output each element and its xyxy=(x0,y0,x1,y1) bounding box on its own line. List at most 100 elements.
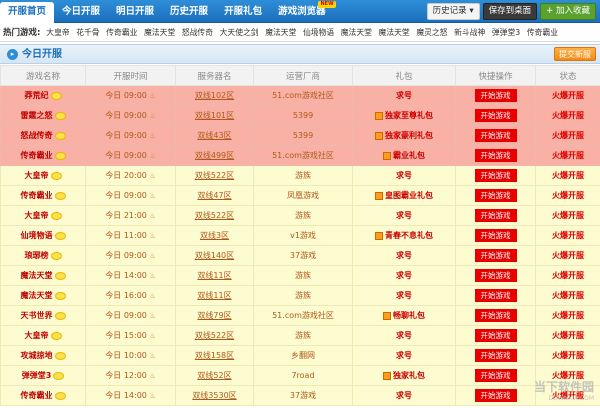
server-name[interactable]: 双线102区 xyxy=(195,91,234,100)
gift-link[interactable]: 青春不息礼包 xyxy=(385,231,433,240)
hot-game-link[interactable]: 传奇霸业 xyxy=(524,27,562,38)
server-name[interactable]: 双线3区 xyxy=(200,231,229,240)
server-cell[interactable]: 双线101区 xyxy=(175,105,254,126)
game-name-cell[interactable]: 魔法天堂 xyxy=(0,265,86,286)
server-name[interactable]: 双线52区 xyxy=(197,371,231,380)
server-cell[interactable]: 双线3区 xyxy=(175,225,254,246)
game-name-cell[interactable]: 弹弹堂3 xyxy=(0,365,86,386)
tab-tomorrow[interactable]: 明日开服 xyxy=(108,0,162,23)
server-cell[interactable]: 双线499区 xyxy=(175,145,254,166)
start-game-button[interactable]: 开始游戏 xyxy=(474,309,517,322)
bell-icon[interactable]: ♨ xyxy=(149,152,155,160)
game-name-cell[interactable]: 雷霆之怒 xyxy=(0,105,86,126)
start-game-button[interactable]: 开始游戏 xyxy=(474,329,517,342)
server-cell[interactable]: 双线47区 xyxy=(175,185,254,206)
gift-link[interactable]: 独家豪利礼包 xyxy=(385,131,433,140)
hot-game-link[interactable]: 花千骨 xyxy=(73,27,103,38)
server-cell[interactable]: 双线522区 xyxy=(175,325,254,346)
bell-icon[interactable]: ♨ xyxy=(149,212,155,220)
start-game-button[interactable]: 开始游戏 xyxy=(474,229,517,242)
gift-link[interactable]: 求号 xyxy=(396,331,412,340)
gift-cell[interactable]: 求号 xyxy=(352,265,456,286)
server-name[interactable]: 双线11区 xyxy=(197,291,231,300)
gift-link[interactable]: 独家礼包 xyxy=(393,371,425,380)
bell-icon[interactable]: ♨ xyxy=(149,272,155,280)
gift-cell[interactable]: 求号 xyxy=(352,85,456,106)
gift-link[interactable]: 霸业礼包 xyxy=(393,151,425,160)
gift-cell[interactable]: 青春不息礼包 xyxy=(352,225,456,246)
bell-icon[interactable]: ♨ xyxy=(149,312,155,320)
add-favorite-button[interactable]: + 加入收藏 xyxy=(540,3,596,20)
gift-link[interactable]: 求号 xyxy=(396,351,412,360)
server-name[interactable]: 双线79区 xyxy=(197,311,231,320)
bell-icon[interactable]: ♨ xyxy=(149,132,155,140)
game-name-cell[interactable]: 传奇霸业 xyxy=(0,385,86,406)
bell-icon[interactable]: ♨ xyxy=(149,252,155,260)
start-game-button[interactable]: 开始游戏 xyxy=(474,349,517,362)
start-game-button[interactable]: 开始游戏 xyxy=(474,389,517,402)
tab-home[interactable]: 开服首页 xyxy=(0,2,55,23)
bell-icon[interactable]: ♨ xyxy=(149,232,155,240)
game-name[interactable]: 天书世界 xyxy=(21,311,53,320)
tab-history[interactable]: 历史开服 xyxy=(162,0,216,23)
gift-link[interactable]: 求号 xyxy=(396,251,412,260)
game-name[interactable]: 雷霆之怒 xyxy=(21,111,53,120)
gift-cell[interactable]: 求号 xyxy=(352,345,456,366)
bell-icon[interactable]: ♨ xyxy=(149,292,155,300)
server-cell[interactable]: 双线158区 xyxy=(175,345,254,366)
start-game-button[interactable]: 开始游戏 xyxy=(474,109,517,122)
server-cell[interactable]: 双线3530区 xyxy=(175,385,254,406)
gift-cell[interactable]: 求号 xyxy=(352,165,456,186)
server-name[interactable]: 双线499区 xyxy=(195,151,234,160)
server-cell[interactable]: 双线11区 xyxy=(175,265,254,286)
server-name[interactable]: 双线43区 xyxy=(197,131,231,140)
hot-game-link[interactable]: 魔法天堂 xyxy=(141,27,179,38)
server-cell[interactable]: 双线522区 xyxy=(175,205,254,226)
gift-cell[interactable]: 霸业礼包 xyxy=(352,145,456,166)
hot-game-link[interactable]: 弹弹堂3 xyxy=(489,27,524,38)
gift-link[interactable]: 独家至尊礼包 xyxy=(385,111,433,120)
gift-link[interactable]: 求号 xyxy=(396,391,412,400)
gift-link[interactable]: 求号 xyxy=(396,271,412,280)
game-name[interactable]: 传奇霸业 xyxy=(21,191,53,200)
game-name-cell[interactable]: 大皇帝 xyxy=(0,325,86,346)
gift-cell[interactable]: 独家豪利礼包 xyxy=(352,125,456,146)
start-game-button[interactable]: 开始游戏 xyxy=(474,369,517,382)
start-game-button[interactable]: 开始游戏 xyxy=(474,289,517,302)
server-name[interactable]: 双线3530区 xyxy=(192,391,236,400)
server-cell[interactable]: 双线79区 xyxy=(175,305,254,326)
gift-cell[interactable]: 求号 xyxy=(352,325,456,346)
game-name[interactable]: 仙境物语 xyxy=(21,231,53,240)
game-name-cell[interactable]: 魔法天堂 xyxy=(0,285,86,306)
game-name-cell[interactable]: 天书世界 xyxy=(0,305,86,326)
game-name[interactable]: 莽荒纪 xyxy=(25,91,49,100)
gift-cell[interactable]: 皇图霸业礼包 xyxy=(352,185,456,206)
gift-link[interactable]: 求号 xyxy=(396,211,412,220)
server-name[interactable]: 双线11区 xyxy=(197,271,231,280)
server-cell[interactable]: 双线140区 xyxy=(175,245,254,266)
game-name[interactable]: 大皇帝 xyxy=(25,171,49,180)
tab-browser[interactable]: 游戏浏览器 NEW xyxy=(270,0,336,23)
gift-link[interactable]: 求号 xyxy=(396,291,412,300)
game-name-cell[interactable]: 琅琊榜 xyxy=(0,245,86,266)
gift-link[interactable]: 求号 xyxy=(396,171,412,180)
gift-cell[interactable]: 求号 xyxy=(352,385,456,406)
history-dropdown[interactable]: 历史记录 ▾ xyxy=(426,3,480,20)
hot-game-link[interactable]: 魔灵之怒 xyxy=(413,27,451,38)
game-name[interactable]: 魔法天堂 xyxy=(21,271,53,280)
start-game-button[interactable]: 开始游戏 xyxy=(474,209,517,222)
tab-today[interactable]: 今日开服 xyxy=(54,0,108,23)
tab-gifts[interactable]: 开服礼包 xyxy=(216,0,270,23)
hot-game-link[interactable]: 新斗战神 xyxy=(451,27,489,38)
server-cell[interactable]: 双线11区 xyxy=(175,285,254,306)
start-game-button[interactable]: 开始游戏 xyxy=(474,169,517,182)
server-cell[interactable]: 双线102区 xyxy=(175,85,254,106)
server-cell[interactable]: 双线43区 xyxy=(175,125,254,146)
game-name-cell[interactable]: 怒战传奇 xyxy=(0,125,86,146)
server-name[interactable]: 双线101区 xyxy=(195,111,234,120)
start-game-button[interactable]: 开始游戏 xyxy=(474,249,517,262)
start-game-button[interactable]: 开始游戏 xyxy=(474,269,517,282)
bell-icon[interactable]: ♨ xyxy=(149,192,155,200)
hot-game-link[interactable]: 魔法天堂 xyxy=(262,27,300,38)
gift-cell[interactable]: 畅聊礼包 xyxy=(352,305,456,326)
